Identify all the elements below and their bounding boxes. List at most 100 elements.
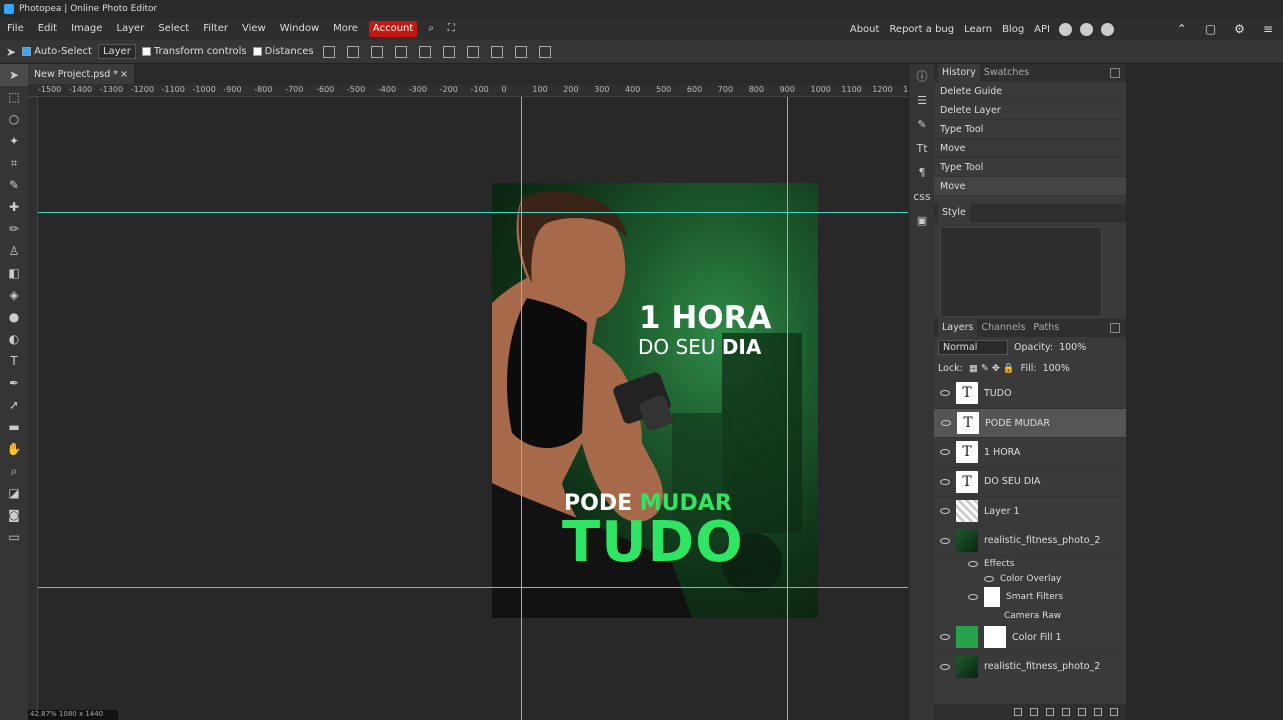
menu-select[interactable]: Select — [151, 18, 196, 40]
lock-icons[interactable]: ▦ ✎ ✥ 🔒 — [969, 363, 1015, 374]
layer-row[interactable]: realistic_fitness_photo_2 — [934, 527, 1126, 556]
grid-icon[interactable] — [538, 45, 551, 58]
tab-paths[interactable]: Paths — [1029, 319, 1063, 337]
path-select-tool-icon[interactable]: ➚ — [0, 394, 28, 416]
tab-layers[interactable]: Layers — [938, 319, 978, 337]
menu-image[interactable]: Image — [64, 18, 109, 40]
lasso-tool-icon[interactable]: ○ — [0, 108, 28, 130]
account-button[interactable]: Account — [368, 21, 418, 37]
layer-row[interactable]: Layer 1 — [934, 497, 1126, 527]
style-preview-box[interactable] — [940, 227, 1102, 317]
fill-tool-icon[interactable]: ◈ — [0, 284, 28, 306]
transform-controls-checkbox[interactable]: Transform controls — [141, 46, 247, 57]
guide-vertical[interactable] — [521, 97, 522, 720]
api-link[interactable]: API — [1029, 24, 1055, 35]
chevron-up-icon[interactable]: ⌃ — [1177, 22, 1187, 36]
eye-icon[interactable] — [940, 478, 950, 485]
fullscreen-icon[interactable]: ⛶ — [441, 18, 462, 40]
guide-vertical[interactable] — [787, 97, 788, 720]
align-top-icon[interactable] — [442, 45, 455, 58]
close-tab-icon[interactable]: × — [120, 69, 128, 80]
menu-more[interactable]: More — [326, 18, 365, 40]
facebook-icon[interactable] — [1101, 22, 1114, 36]
reddit-icon[interactable] — [1059, 22, 1072, 36]
menu-view[interactable]: View — [235, 18, 273, 40]
history-item[interactable]: Type Tool — [934, 158, 1126, 177]
properties-icon[interactable]: ☰ — [909, 88, 935, 112]
eye-icon[interactable] — [940, 449, 950, 456]
screen-mode-icon[interactable]: ▭ — [0, 526, 28, 548]
layer-row-selected[interactable]: T PODE MUDAR — [934, 408, 1126, 438]
more-icon[interactable] — [514, 45, 527, 58]
effects-row[interactable]: Effects — [934, 556, 1126, 571]
stamp-tool-icon[interactable]: ♙ — [0, 240, 28, 262]
trash-icon[interactable] — [1110, 708, 1118, 716]
info-icon[interactable]: ⓘ — [909, 64, 935, 88]
align-center-icon[interactable] — [370, 45, 383, 58]
align-right-icon[interactable] — [394, 45, 407, 58]
align-middle-icon[interactable] — [466, 45, 479, 58]
eye-icon[interactable] — [940, 390, 950, 397]
menu-filter[interactable]: Filter — [196, 18, 235, 40]
eye-icon[interactable] — [941, 420, 951, 427]
puzzle-icon[interactable]: ⚙ — [1234, 22, 1245, 36]
layer-row[interactable]: T DO SEU DIA — [934, 468, 1126, 497]
history-item[interactable]: Delete Layer — [934, 101, 1126, 120]
link-icon[interactable] — [1014, 708, 1022, 716]
css-icon[interactable]: css — [909, 184, 935, 208]
align-bottom-icon[interactable] — [490, 45, 503, 58]
brush-settings-icon[interactable]: ✎ — [909, 112, 935, 136]
layer-row[interactable]: T 1 HORA — [934, 438, 1126, 468]
history-item[interactable]: Delete Guide — [934, 82, 1126, 101]
brush-tool-icon[interactable]: ✏ — [0, 218, 28, 240]
auto-select-target-dropdown[interactable]: Layer — [97, 44, 136, 59]
marquee-tool-icon[interactable]: ⬚ — [0, 86, 28, 108]
tab-style[interactable]: Style — [938, 204, 970, 222]
eye-icon[interactable] — [984, 575, 994, 582]
tab-history[interactable]: History — [938, 64, 980, 82]
distances-checkbox[interactable]: Distances — [252, 46, 314, 57]
document-tab[interactable]: New Project.psd * × — [28, 64, 134, 84]
fx-icon[interactable] — [1030, 708, 1038, 716]
auto-select-checkbox[interactable]: Auto-Select — [22, 46, 92, 57]
character-icon[interactable]: Tt — [909, 136, 935, 160]
move-tool-icon[interactable]: ➤ — [6, 45, 16, 59]
fill-value[interactable]: 100% — [1043, 363, 1070, 374]
healing-tool-icon[interactable]: ✚ — [0, 196, 28, 218]
panel-menu-icon[interactable] — [1110, 323, 1120, 333]
about-link[interactable]: About — [845, 24, 885, 35]
horizontal-ruler[interactable]: -1500 -1400 -1300 -1200 -1100 -1000 -900 -800 -7… — [28, 84, 908, 97]
history-item[interactable]: Move — [934, 177, 1126, 196]
blog-link[interactable]: Blog — [997, 24, 1029, 35]
camera-raw-row[interactable]: Camera Raw — [934, 608, 1126, 623]
eyedropper-tool-icon[interactable]: ✎ — [0, 174, 28, 196]
search-icon[interactable]: ⌕ — [421, 18, 441, 40]
color-overlay-row[interactable]: Color Overlay — [934, 571, 1126, 586]
menu-file[interactable]: File — [0, 18, 31, 40]
menu-edit[interactable]: Edit — [31, 18, 64, 40]
eye-icon[interactable] — [968, 560, 978, 567]
vertical-ruler[interactable] — [28, 97, 38, 720]
layer-row[interactable]: realistic_fitness_photo_2 — [934, 653, 1126, 682]
history-item[interactable]: Type Tool — [934, 120, 1126, 139]
guide-horizontal[interactable] — [38, 212, 908, 213]
layer-row[interactable]: T TUDO — [934, 379, 1126, 409]
history-item[interactable]: Move — [934, 139, 1126, 158]
eraser-tool-icon[interactable]: ◧ — [0, 262, 28, 284]
align-left-icon[interactable] — [346, 45, 359, 58]
opacity-value[interactable]: 100% — [1059, 342, 1086, 353]
distribute-icon[interactable] — [418, 45, 431, 58]
blur-tool-icon[interactable]: ● — [0, 306, 28, 328]
move-tool-icon[interactable]: ➤ — [0, 64, 28, 86]
hamburger-menu-icon[interactable]: ≡ — [1263, 22, 1273, 36]
paragraph-icon[interactable]: ¶ — [909, 160, 935, 184]
twitter-icon[interactable] — [1080, 22, 1093, 36]
menu-window[interactable]: Window — [273, 18, 326, 40]
image-icon[interactable]: ▣ — [909, 208, 935, 232]
copy-icon[interactable]: ▢ — [1205, 22, 1216, 36]
crop-tool-icon[interactable]: ⌗ — [0, 152, 28, 174]
tab-swatches[interactable]: Swatches — [980, 64, 1033, 82]
eye-icon[interactable] — [940, 508, 950, 515]
layer-row[interactable]: Color Fill 1 — [934, 623, 1126, 653]
poster-tudo[interactable]: TUDO — [562, 510, 744, 575]
